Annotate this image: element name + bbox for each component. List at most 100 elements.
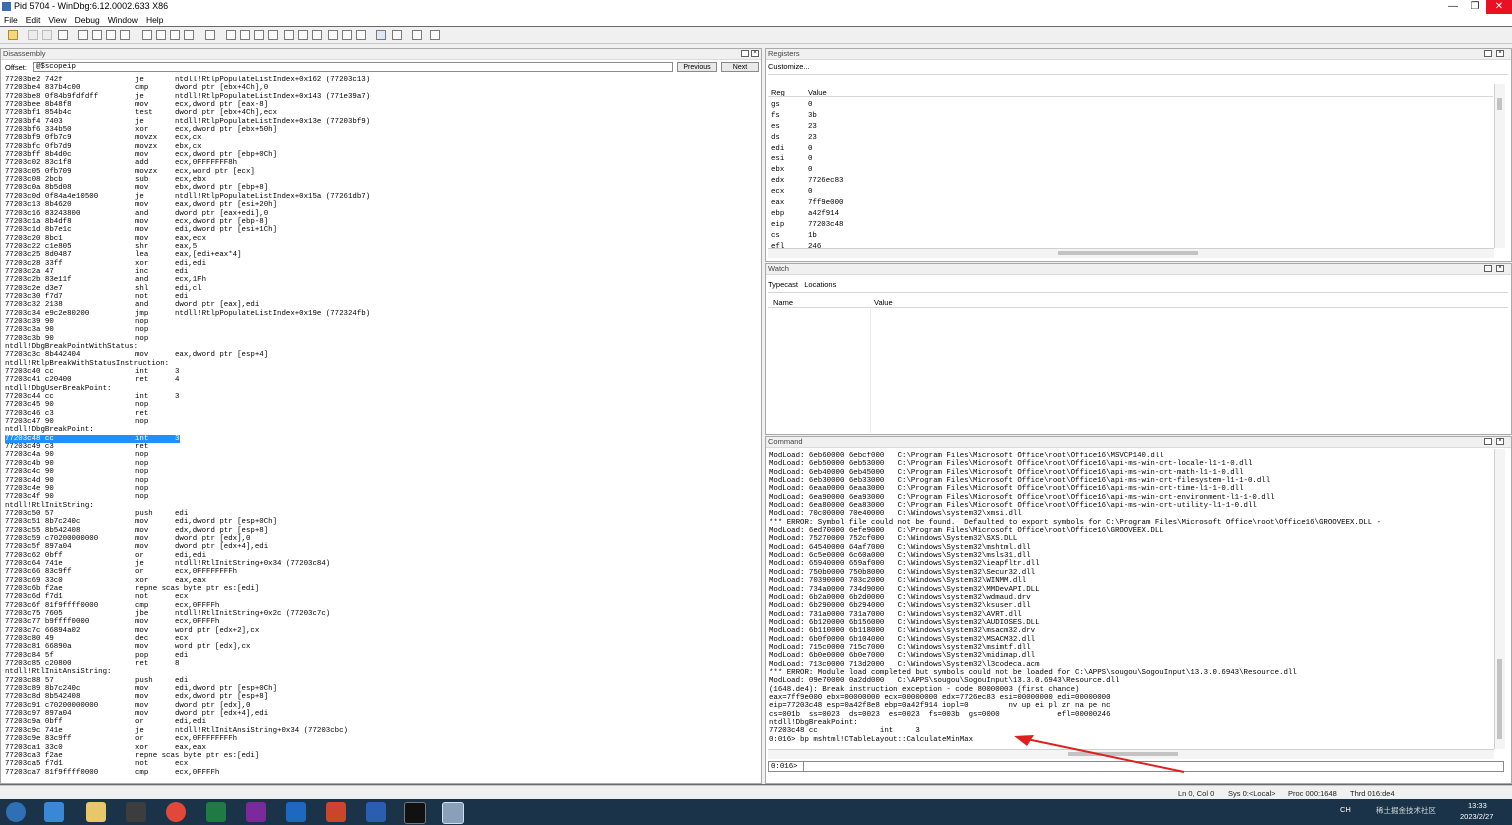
disasm-row[interactable]: 77203c9c 741e je ntdll!RtlInitAnsiString+0… [5,727,747,735]
register-row[interactable]: es 23 [771,122,1171,133]
step-into-icon[interactable] [142,30,152,40]
file-explorer-icon[interactable] [86,802,106,822]
disasm-row[interactable]: 77203c85 c20800 ret 8 [5,660,747,668]
disasm-row[interactable]: 77203bf6 334b50 xor ecx,dword ptr [ebx+50h… [5,126,747,134]
register-row[interactable]: esi 0 [771,154,1171,165]
disasm-row[interactable]: 77203ca3 f2ae repne scas byte ptr es:[edi… [5,752,747,760]
disasm-row[interactable]: 77203bf9 0fb7c9 movzx ecx,cx [5,134,747,142]
disasm-row[interactable]: 77203ca1 33c0 xor eax,eax [5,744,747,752]
powerpoint-icon[interactable] [326,802,346,822]
disasm-row[interactable]: 77203c89 8b7c240c mov edi,dword ptr [esp+0… [5,685,747,693]
disasm-row[interactable]: 77203c5f 897a04 mov dword ptr [edx+4],edi [5,543,747,551]
step-out-icon[interactable] [170,30,180,40]
restart-icon[interactable] [92,30,102,40]
word-icon[interactable] [366,802,386,822]
start-button-icon[interactable] [6,802,26,822]
register-row[interactable]: edx 7726ec83 [771,176,1171,187]
disasm-row[interactable]: 77203c6b f2ae repne scas byte ptr es:[edi… [5,585,747,593]
disasm-row[interactable]: 77203bf4 7403 je ntdll!RtlpPopulateListInd… [5,118,747,126]
register-value[interactable]: 7ff9e000 [808,199,843,207]
customize-button[interactable]: Customize... [768,62,810,71]
disasm-row[interactable]: 77203c4c 90 nop [5,468,747,476]
disasm-row[interactable]: ntdll!RtlInitString: [5,502,747,510]
disasm-row[interactable]: 77203c7c 66894a02 mov word ptr [edx+2],cx [5,627,747,635]
disasm-row[interactable]: 77203c2a 47 inc edi [5,268,747,276]
register-value[interactable]: a42f914 [808,210,839,218]
disasm-row[interactable]: 77203bfc 0fb7d9 movzx ebx,cx [5,143,747,151]
processes-threads-icon[interactable] [342,30,352,40]
stop-debugging-icon[interactable] [106,30,116,40]
disasm-row[interactable]: 77203c28 33ff xor edi,edi [5,260,747,268]
register-row[interactable]: fs 3b [771,111,1171,122]
step-over-icon[interactable] [156,30,166,40]
disasm-row[interactable]: 77203c13 8b4620 mov eax,dword ptr [esi+20h… [5,201,747,209]
maximize-button[interactable]: ❐ [1464,0,1486,14]
paste-icon[interactable] [58,30,68,40]
outlook-icon[interactable] [286,802,306,822]
register-value[interactable]: 23 [808,123,817,131]
disasm-row[interactable]: 77203c4f 90 nop [5,493,747,501]
disasm-row[interactable]: ntdll!DbgBreakPointWithStatus: [5,343,747,351]
break-icon[interactable] [120,30,130,40]
disasm-row[interactable]: 77203bff 8b4d0c mov ecx,dword ptr [ebp+0Ch… [5,151,747,159]
locations-button[interactable]: Locations [804,280,836,289]
disasm-row[interactable]: 77203c4a 90 nop [5,451,747,459]
minimize-button[interactable]: — [1442,0,1464,14]
pane-dock-icon[interactable] [1484,50,1492,57]
disasm-row[interactable]: 77203c48 cc int 3 [5,434,180,444]
disasm-row[interactable]: 77203bee 8b48f8 mov ecx,dword ptr [eax-8] [5,101,747,109]
disasm-row[interactable]: 77203c4e 90 nop [5,485,747,493]
register-row[interactable]: eip 77203c48 [771,220,1171,231]
scratch-pad-icon[interactable] [328,30,338,40]
disasm-row[interactable]: 77203c16 83243800 and dword ptr [eax+edi],… [5,210,747,218]
next-button[interactable]: Next [721,62,759,72]
copy-icon[interactable] [42,30,52,40]
disasm-row[interactable]: 77203c3b 90 nop [5,335,747,343]
disasm-row[interactable]: ntdll!RtlpBreakWithStatusInstruction: [5,360,747,368]
disassembly-window-icon[interactable] [312,30,322,40]
clock-time[interactable]: 13:33 [1468,801,1487,810]
disasm-row[interactable]: 77203be2 742f je ntdll!RtlpPopulateListInd… [5,76,747,84]
menu-window[interactable]: Window [104,14,142,26]
disasm-row[interactable]: 77203c1d 8b7e1c mov edi,dword ptr [esi+1Ch… [5,226,747,234]
disasm-row[interactable]: 77203c55 8b542408 mov edx,dword ptr [esp+8… [5,527,747,535]
disassembly-listing[interactable]: 77203be2 742f je ntdll!RtlpPopulateListInd… [5,76,747,782]
register-row[interactable]: ds 23 [771,133,1171,144]
close-button[interactable]: ✕ [1486,0,1512,14]
disasm-row[interactable]: ntdll!DbgBreakPoint: [5,426,747,434]
disasm-row[interactable]: 77203c08 2bcb sub ecx,ebx [5,176,747,184]
disasm-row[interactable]: 77203c22 c1e805 shr eax,5 [5,243,747,251]
source-mode-icon[interactable] [376,30,386,40]
disasm-row[interactable]: 77203c39 90 nop [5,318,747,326]
cut-icon[interactable] [28,30,38,40]
disasm-row[interactable]: 77203c4b 90 nop [5,460,747,468]
disasm-row[interactable]: 77203c3a 90 nop [5,326,747,334]
register-value[interactable]: 0 [808,188,812,196]
disasm-row[interactable]: 77203c6f 81f9ffff0000 cmp ecx,0FFFFh [5,602,747,610]
disasm-row[interactable]: 77203c6d f7d1 not ecx [5,593,747,601]
menu-edit[interactable]: Edit [22,14,45,26]
register-row[interactable]: edi 0 [771,144,1171,155]
pane-dock-icon[interactable] [1484,265,1492,272]
disasm-row[interactable]: 77203c80 49 dec ecx [5,635,747,643]
disasm-row[interactable]: 77203c88 57 push edi [5,677,747,685]
command-prompt-icon[interactable] [404,802,426,824]
disasm-row[interactable]: 77203c05 0fb709 movzx ecx,word ptr [ecx] [5,168,747,176]
options-icon[interactable] [430,30,440,40]
disasm-row[interactable]: 77203c51 8b7c240c mov edi,dword ptr [esp+0… [5,518,747,526]
disasm-row[interactable]: 77203c9e 83c9ff or ecx,0FFFFFFFFh [5,735,747,743]
menu-view[interactable]: View [44,14,70,26]
disasm-row[interactable]: 77203c69 33c0 xor eax,eax [5,577,747,585]
register-value[interactable]: 23 [808,134,817,142]
register-row[interactable]: ebp a42f914 [771,209,1171,220]
disasm-row[interactable]: 77203c2e d3e7 shl edi,cl [5,285,747,293]
disasm-row[interactable]: 77203c9a 0bff or edi,edi [5,718,747,726]
disasm-row[interactable]: 77203c77 b9ffff0000 mov ecx,0FFFFh [5,618,747,626]
registers-scrollbar[interactable] [1494,84,1505,248]
disasm-row[interactable]: 77203c41 c20400 ret 4 [5,376,747,384]
register-value[interactable]: 1b [808,232,817,240]
command-scrollbar[interactable] [1494,449,1505,749]
register-value[interactable]: 77203c48 [808,221,843,229]
disasm-row[interactable]: 77203c97 897a04 mov dword ptr [edx+4],edi [5,710,747,718]
register-value[interactable]: 0 [808,145,812,153]
